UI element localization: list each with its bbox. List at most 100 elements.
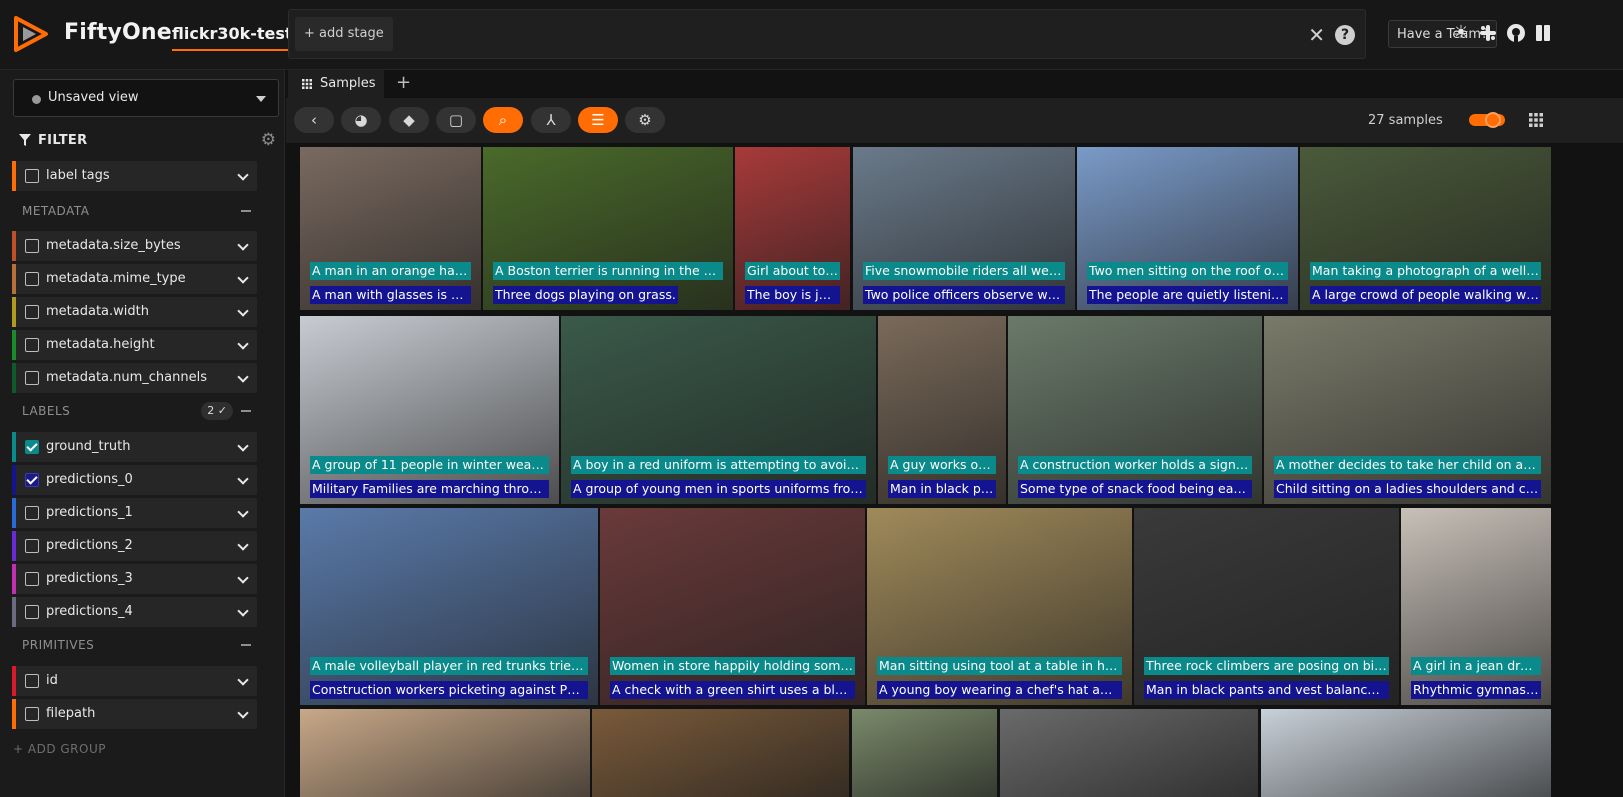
- labels-group-header[interactable]: LABELS 2 ✓: [12, 397, 257, 425]
- sample-tile[interactable]: Two men sitting on the roof of a ... The …: [1077, 147, 1298, 310]
- chevron-down-icon[interactable]: [237, 305, 249, 317]
- chevron-down-icon[interactable]: [237, 239, 249, 251]
- collapse-icon[interactable]: [241, 410, 251, 412]
- sidebar-field-metadata-height[interactable]: metadata.height: [12, 330, 257, 360]
- sample-tile[interactable]: [592, 709, 849, 797]
- sample-tile[interactable]: A man in an orange hat st... A man with g…: [300, 147, 481, 310]
- sample-tile[interactable]: Women in store happily holding some fo..…: [600, 508, 865, 705]
- chevron-down-icon[interactable]: [237, 539, 249, 551]
- dataset-selector[interactable]: flickr30k-test: [172, 24, 293, 51]
- sample-tile[interactable]: [1000, 709, 1258, 797]
- field-checkbox[interactable]: [25, 605, 39, 619]
- merge-icon[interactable]: ⅄: [531, 107, 571, 133]
- chevron-down-icon[interactable]: [237, 338, 249, 350]
- github-icon[interactable]: [1505, 22, 1527, 44]
- sidebar-field-metadata-size-bytes[interactable]: metadata.size_bytes: [12, 231, 257, 261]
- sample-tile[interactable]: Five snowmobile riders all wearin... Two …: [853, 147, 1075, 310]
- field-checkbox[interactable]: [25, 707, 39, 721]
- sidebar-field-predictions-4[interactable]: predictions_4: [12, 597, 257, 627]
- sample-tile[interactable]: Girl about to ki... The boy is jum...: [735, 147, 850, 310]
- sample-tile[interactable]: A girl in a jean dress ... Rhythmic gymna…: [1401, 508, 1551, 705]
- brand-name[interactable]: FiftyOne: [64, 20, 172, 45]
- grid-zoom-slider[interactable]: [1469, 112, 1505, 128]
- chevron-down-icon[interactable]: [237, 473, 249, 485]
- settings-gear-icon[interactable]: ⚙: [625, 107, 665, 133]
- docs-book-icon[interactable]: [1532, 22, 1554, 44]
- chevron-down-icon[interactable]: [237, 707, 249, 719]
- fiftyone-logo-icon[interactable]: [12, 14, 50, 54]
- sample-tile[interactable]: A group of 11 people in winter wear suc.…: [300, 316, 559, 504]
- color-palette-icon[interactable]: ◕: [341, 107, 381, 133]
- chevron-down-icon[interactable]: [237, 169, 249, 181]
- sidebar-field-label-tags[interactable]: label tags: [12, 161, 257, 191]
- sample-tile[interactable]: A Boston terrier is running in the grass…: [483, 147, 733, 310]
- sidebar-field-metadata-mime-type[interactable]: metadata.mime_type: [12, 264, 257, 294]
- chevron-down-icon[interactable]: [237, 272, 249, 284]
- chevron-down-icon[interactable]: [237, 440, 249, 452]
- field-checkbox[interactable]: [25, 169, 39, 183]
- sidebar-field-ground-truth[interactable]: ground_truth: [12, 432, 257, 462]
- grid-layout-icon[interactable]: [1529, 113, 1543, 127]
- add-panel-icon[interactable]: +: [396, 72, 411, 93]
- back-chevron-icon[interactable]: ‹: [294, 107, 334, 133]
- field-checkbox[interactable]: [25, 338, 39, 352]
- help-icon[interactable]: ?: [1335, 25, 1355, 45]
- chevron-down-icon[interactable]: [237, 506, 249, 518]
- field-checkbox[interactable]: [25, 674, 39, 688]
- sample-tile[interactable]: A boy in a red uniform is attempting to …: [561, 316, 876, 504]
- prediction-caption: The people are quietly listening ...: [1087, 286, 1288, 304]
- sample-tile[interactable]: Man taking a photograph of a well dre...…: [1300, 147, 1551, 310]
- ground-truth-caption: Two men sitting on the roof of a ...: [1087, 262, 1288, 280]
- sidebar-field-metadata-num-channels[interactable]: metadata.num_channels: [12, 363, 257, 393]
- sidebar-field-predictions-1[interactable]: predictions_1: [12, 498, 257, 528]
- sample-tile[interactable]: [1261, 709, 1551, 797]
- field-checkbox[interactable]: [25, 371, 39, 385]
- sample-tile[interactable]: A mother decides to take her child on a …: [1264, 316, 1551, 504]
- metadata-group-header[interactable]: METADATA: [12, 197, 257, 225]
- sample-tile[interactable]: A male volleyball player in red trunks t…: [300, 508, 598, 705]
- slack-icon[interactable]: [1477, 22, 1499, 44]
- sidebar-field-filepath[interactable]: filepath: [12, 699, 257, 729]
- sample-tile[interactable]: A guy works on a... Man in black pan...: [878, 316, 1006, 504]
- selection-icon[interactable]: ▢: [436, 107, 476, 133]
- labels-count-badge[interactable]: 2 ✓: [201, 402, 233, 420]
- top-bar: FiftyOne flickr30k-test + add stage ✕ ? …: [0, 0, 1623, 70]
- search-icon[interactable]: ⌕: [483, 107, 523, 133]
- sample-tile[interactable]: A construction worker holds a sign abo..…: [1008, 316, 1262, 504]
- field-checkbox[interactable]: [25, 272, 39, 286]
- chevron-down-icon[interactable]: [237, 674, 249, 686]
- tag-icon[interactable]: ◆: [389, 107, 429, 133]
- chevron-down-icon[interactable]: [237, 572, 249, 584]
- sample-tile[interactable]: [300, 709, 590, 797]
- collapse-icon[interactable]: [241, 644, 251, 646]
- add-stage-button[interactable]: + add stage: [295, 17, 393, 51]
- primitives-group-header[interactable]: PRIMITIVES: [12, 631, 257, 659]
- field-checkbox[interactable]: [25, 572, 39, 586]
- chevron-down-icon[interactable]: [237, 371, 249, 383]
- field-checkbox[interactable]: [25, 473, 39, 487]
- list-view-icon[interactable]: ☰: [578, 107, 618, 133]
- sidebar-field-predictions-2[interactable]: predictions_2: [12, 531, 257, 561]
- sidebar-field-predictions-0[interactable]: predictions_0: [12, 465, 257, 495]
- sample-tile[interactable]: [852, 709, 997, 797]
- view-bar[interactable]: + add stage ✕ ?: [288, 9, 1366, 59]
- sidebar-field-metadata-width[interactable]: metadata.width: [12, 297, 257, 327]
- field-checkbox[interactable]: [25, 539, 39, 553]
- gear-icon[interactable]: ⚙: [261, 130, 276, 150]
- sample-tile[interactable]: Man sitting using tool at a table in his…: [867, 508, 1132, 705]
- field-checkbox[interactable]: [25, 506, 39, 520]
- add-group-button[interactable]: + ADD GROUP: [13, 742, 106, 756]
- saved-view-selector[interactable]: Unsaved view: [13, 79, 279, 117]
- sidebar-field-id[interactable]: id: [12, 666, 257, 696]
- sample-tile[interactable]: Three rock climbers are posing on big ro…: [1134, 508, 1399, 705]
- tab-samples[interactable]: Samples: [288, 70, 384, 98]
- slider-knob[interactable]: [1485, 112, 1501, 128]
- field-checkbox[interactable]: [25, 440, 39, 454]
- collapse-icon[interactable]: [241, 210, 251, 212]
- chevron-down-icon[interactable]: [237, 605, 249, 617]
- sun-theme-icon[interactable]: ☀: [1450, 22, 1472, 44]
- field-checkbox[interactable]: [25, 305, 39, 319]
- clear-view-icon[interactable]: ✕: [1308, 23, 1325, 47]
- sidebar-field-predictions-3[interactable]: predictions_3: [12, 564, 257, 594]
- field-checkbox[interactable]: [25, 239, 39, 253]
